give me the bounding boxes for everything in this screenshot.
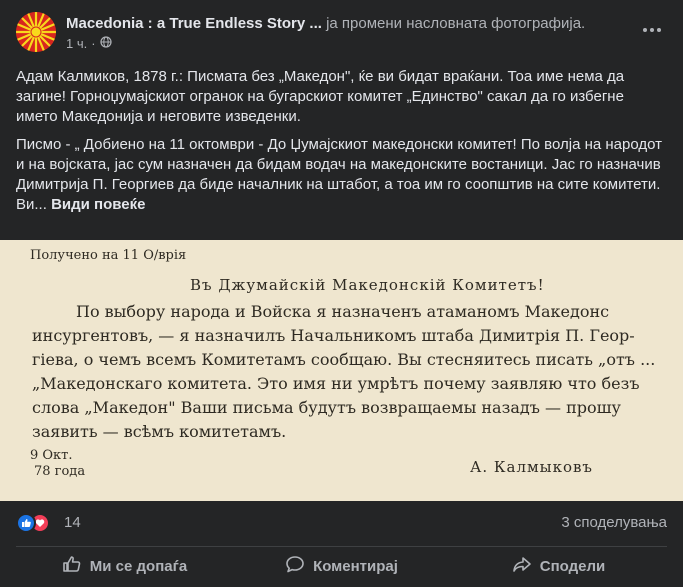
share-count[interactable]: 3 споделувања xyxy=(561,514,667,531)
share-label: Сподели xyxy=(539,557,606,575)
like-label: Ми се допаѓа xyxy=(89,557,188,575)
comment-button[interactable]: Коментирај xyxy=(233,549,450,583)
see-more-link[interactable]: Види повеќе xyxy=(51,196,145,213)
page-name-link[interactable]: Macedonia : a True Endless Story ... xyxy=(66,15,322,32)
letter-line: заявить — всѣмъ комитетамъ. xyxy=(32,422,287,441)
post-paragraph-2: Писмо - „ Добиено на 11 октомври - До Џу… xyxy=(16,135,667,215)
actions-divider xyxy=(16,546,667,547)
letter-line: гіева, о чемъ всемъ Комитетамъ сообщаю. … xyxy=(32,350,656,369)
like-reaction-icon xyxy=(16,513,36,533)
page-avatar[interactable] xyxy=(16,12,56,52)
reaction-icons[interactable] xyxy=(16,513,56,533)
post-header: Macedonia : a True Endless Story ... ја … xyxy=(16,12,667,56)
letter-date-day: 9 Окт. xyxy=(30,448,73,463)
letter-line: „Македонскаго комитета. Это имя ни умрѣт… xyxy=(32,374,640,393)
comment-icon xyxy=(285,554,305,578)
reaction-count[interactable]: 14 xyxy=(64,514,81,531)
post-body: Адам Калмиков, 1878 г.: Писмата без „Мак… xyxy=(16,67,667,223)
post-actions: Ми се допаѓа Коментирај Сподели xyxy=(16,549,667,583)
letter-line: слова „Македон" Ваши письма будутъ возвр… xyxy=(32,398,621,417)
share-button[interactable]: Сподели xyxy=(450,549,667,583)
like-button[interactable]: Ми се допаѓа xyxy=(16,549,233,583)
thumbs-up-icon xyxy=(62,554,82,578)
post-paragraph-1: Адам Калмиков, 1878 г.: Писмата без „Мак… xyxy=(16,68,625,125)
reactions-bar: 14 3 споделувања xyxy=(16,512,667,534)
globe-icon xyxy=(99,35,112,53)
letter-received-line: Получено на 11 О/врія xyxy=(30,248,187,263)
letter-line: По выбору народа и Войска я назначенъ ат… xyxy=(76,302,610,321)
letter-addressee: Въ Джумайскій Македонскій Комитетъ! xyxy=(190,276,545,294)
letter-line: инсургентовъ, — я назначилъ Начальникомъ… xyxy=(32,326,635,345)
post-photo[interactable]: Получено на 11 О/врія Въ Джумайскій Маке… xyxy=(0,240,683,501)
more-options-icon[interactable] xyxy=(637,18,667,42)
post-timestamp[interactable]: 1 ч. xyxy=(66,35,87,53)
comment-label: Коментирај xyxy=(313,557,398,575)
post-action-text: ја промени насловната фотографија. xyxy=(326,15,586,32)
letter-scan: Получено на 11 О/врія Въ Джумайскій Маке… xyxy=(0,240,683,501)
letter-signature: А. Калмыковъ xyxy=(470,458,593,476)
letter-date-year: 78 года xyxy=(34,464,86,479)
share-icon xyxy=(512,554,532,578)
